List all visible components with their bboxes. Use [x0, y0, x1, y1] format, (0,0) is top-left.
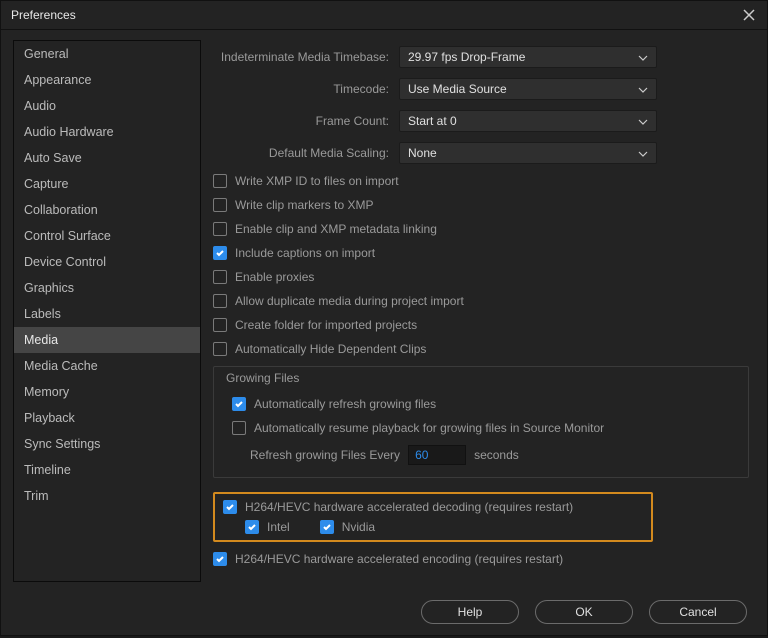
sidebar-item-sync-settings[interactable]: Sync Settings — [14, 431, 200, 457]
refresh-label-post: seconds — [474, 448, 519, 462]
help-button[interactable]: Help — [421, 600, 519, 624]
sidebar-item-audio-hardware[interactable]: Audio Hardware — [14, 119, 200, 145]
auto-resume-checkbox[interactable] — [232, 421, 246, 435]
hide-dependent-label: Automatically Hide Dependent Clips — [235, 342, 426, 356]
timebase-label: Indeterminate Media Timebase: — [213, 50, 389, 64]
preferences-dialog: Preferences GeneralAppearanceAudioAudio … — [0, 0, 768, 636]
duplicate-label: Allow duplicate media during project imp… — [235, 294, 464, 308]
hw-encode-label: H264/HEVC hardware accelerated encoding … — [235, 552, 563, 566]
sidebar-item-device-control[interactable]: Device Control — [14, 249, 200, 275]
auto-refresh-label: Automatically refresh growing files — [254, 397, 436, 411]
chevron-down-icon — [638, 114, 648, 128]
clip-markers-checkbox[interactable] — [213, 198, 227, 212]
dialog-footer: Help OK Cancel — [1, 590, 767, 638]
timebase-dropdown[interactable]: 29.97 fps Drop-Frame — [399, 46, 657, 68]
duplicate-checkbox[interactable] — [213, 294, 227, 308]
framecount-value: Start at 0 — [408, 114, 457, 128]
captions-label: Include captions on import — [235, 246, 375, 260]
sidebar-item-memory[interactable]: Memory — [14, 379, 200, 405]
hw-decode-label: H264/HEVC hardware accelerated decoding … — [245, 500, 573, 514]
proxies-label: Enable proxies — [235, 270, 314, 284]
chevron-down-icon — [638, 82, 648, 96]
scaling-label: Default Media Scaling: — [213, 146, 389, 160]
category-sidebar: GeneralAppearanceAudioAudio HardwareAuto… — [13, 40, 201, 582]
auto-resume-label: Automatically resume playback for growin… — [254, 421, 604, 435]
framecount-label: Frame Count: — [213, 114, 389, 128]
sidebar-item-collaboration[interactable]: Collaboration — [14, 197, 200, 223]
dialog-body: GeneralAppearanceAudioAudio HardwareAuto… — [1, 30, 767, 590]
titlebar: Preferences — [1, 1, 767, 30]
chevron-down-icon — [638, 50, 648, 64]
timecode-dropdown[interactable]: Use Media Source — [399, 78, 657, 100]
scaling-value: None — [408, 146, 437, 160]
hw-decode-highlight: H264/HEVC hardware accelerated decoding … — [213, 492, 653, 542]
clip-markers-label: Write clip markers to XMP — [235, 198, 373, 212]
cancel-button[interactable]: Cancel — [649, 600, 747, 624]
sidebar-item-control-surface[interactable]: Control Surface — [14, 223, 200, 249]
sidebar-item-appearance[interactable]: Appearance — [14, 67, 200, 93]
sidebar-item-capture[interactable]: Capture — [14, 171, 200, 197]
growing-files-legend: Growing Files — [226, 371, 299, 385]
sidebar-item-playback[interactable]: Playback — [14, 405, 200, 431]
sidebar-item-audio[interactable]: Audio — [14, 93, 200, 119]
sidebar-item-labels[interactable]: Labels — [14, 301, 200, 327]
chevron-down-icon — [638, 146, 648, 160]
ok-button[interactable]: OK — [535, 600, 633, 624]
scaling-dropdown[interactable]: None — [399, 142, 657, 164]
hw-decode-checkbox[interactable] — [223, 500, 237, 514]
refresh-interval-input[interactable] — [408, 445, 466, 465]
sidebar-item-trim[interactable]: Trim — [14, 483, 200, 509]
hw-encode-checkbox[interactable] — [213, 552, 227, 566]
auto-refresh-checkbox[interactable] — [232, 397, 246, 411]
captions-checkbox[interactable] — [213, 246, 227, 260]
nvidia-checkbox[interactable] — [320, 520, 334, 534]
sidebar-item-auto-save[interactable]: Auto Save — [14, 145, 200, 171]
hide-dependent-checkbox[interactable] — [213, 342, 227, 356]
enable-link-label: Enable clip and XMP metadata linking — [235, 222, 437, 236]
intel-checkbox[interactable] — [245, 520, 259, 534]
intel-label: Intel — [267, 520, 290, 534]
sidebar-item-graphics[interactable]: Graphics — [14, 275, 200, 301]
xmp-id-checkbox[interactable] — [213, 174, 227, 188]
growing-files-group: Growing Files Automatically refresh grow… — [213, 366, 749, 478]
close-button[interactable] — [741, 7, 757, 23]
sidebar-item-media[interactable]: Media — [14, 327, 200, 353]
nvidia-label: Nvidia — [342, 520, 375, 534]
timecode-label: Timecode: — [213, 82, 389, 96]
timebase-value: 29.97 fps Drop-Frame — [408, 50, 525, 64]
create-folder-label: Create folder for imported projects — [235, 318, 417, 332]
settings-panel: Indeterminate Media Timebase: 29.97 fps … — [213, 40, 755, 582]
enable-link-checkbox[interactable] — [213, 222, 227, 236]
sidebar-item-media-cache[interactable]: Media Cache — [14, 353, 200, 379]
timecode-value: Use Media Source — [408, 82, 507, 96]
refresh-label-pre: Refresh growing Files Every — [250, 448, 400, 462]
sidebar-item-general[interactable]: General — [14, 41, 200, 67]
framecount-dropdown[interactable]: Start at 0 — [399, 110, 657, 132]
sidebar-item-timeline[interactable]: Timeline — [14, 457, 200, 483]
window-title: Preferences — [11, 8, 76, 22]
create-folder-checkbox[interactable] — [213, 318, 227, 332]
xmp-id-label: Write XMP ID to files on import — [235, 174, 399, 188]
proxies-checkbox[interactable] — [213, 270, 227, 284]
